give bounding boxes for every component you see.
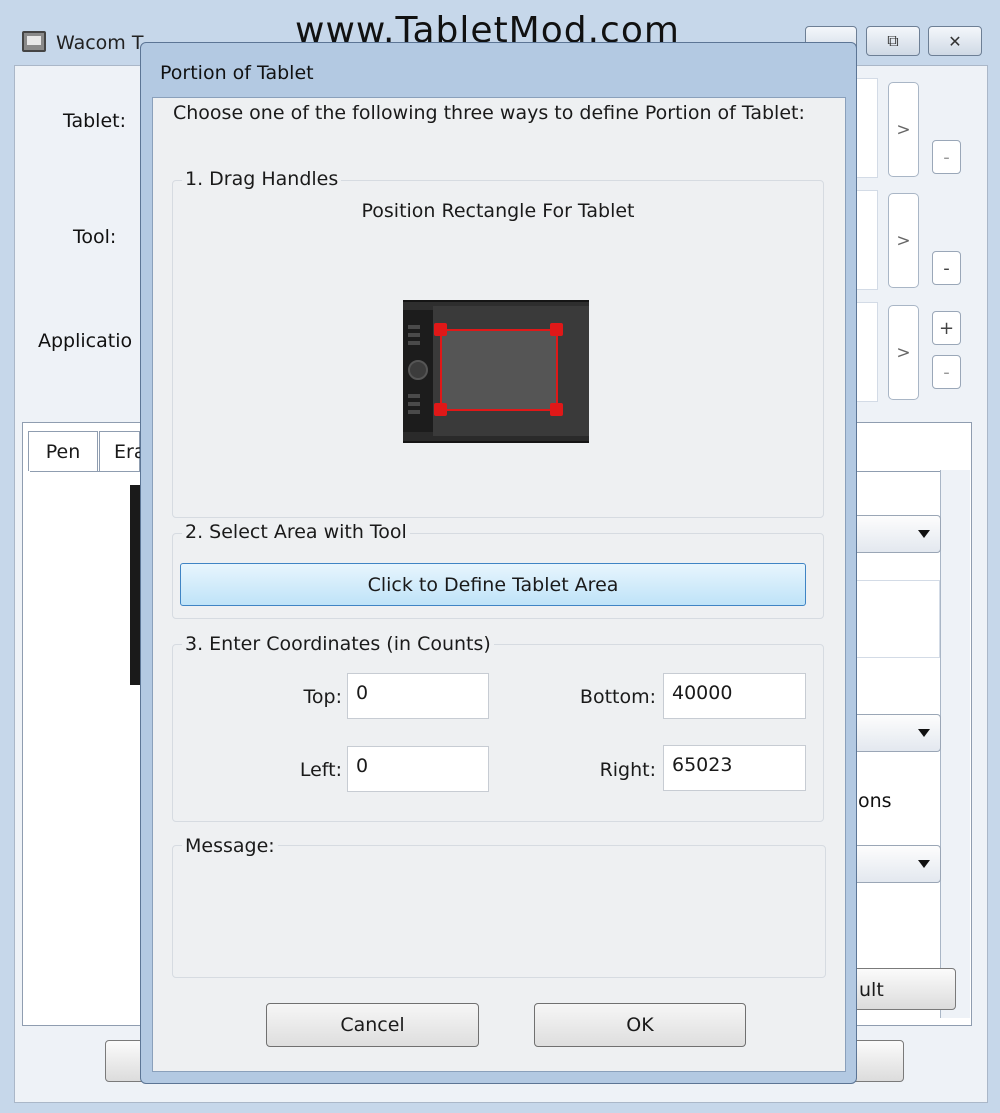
tab-eraser[interactable]: Era [99, 431, 145, 471]
ok-button-label: OK [626, 1014, 654, 1036]
define-tablet-area-button-label: Click to Define Tablet Area [367, 573, 619, 596]
minus-icon: - [943, 361, 950, 383]
options-button[interactable] [850, 1040, 904, 1082]
about-button[interactable] [105, 1040, 145, 1082]
application-label: Applicatio [38, 330, 133, 352]
enter-coordinates-group-label: 3. Enter Coordinates (in Counts) [182, 633, 494, 655]
remove-tablet-button[interactable]: - [932, 140, 961, 174]
top-label: Top: [303, 686, 342, 708]
bottom-label: Bottom: [579, 686, 656, 708]
cancel-button-label: Cancel [340, 1014, 405, 1036]
minus-icon: - [943, 146, 950, 168]
restore-icon: ⧉ [887, 31, 899, 50]
right-input[interactable]: 65023 [663, 745, 806, 791]
tablet-label: Tablet: [63, 110, 126, 132]
position-rectangle-caption: Position Rectangle For Tablet [361, 200, 635, 222]
chevron-down-icon [918, 530, 930, 538]
top-right-drag-handle[interactable] [550, 323, 563, 336]
tab-pen-label: Pen [45, 440, 81, 463]
ok-button[interactable]: OK [534, 1003, 746, 1047]
remove-application-button[interactable]: - [932, 355, 961, 389]
default-button[interactable]: ult [846, 968, 956, 1010]
add-application-button[interactable]: + [932, 311, 961, 345]
background-window-title: Wacom T [56, 32, 144, 54]
minus-icon: - [943, 257, 950, 279]
left-label: Left: [299, 759, 342, 781]
top-left-drag-handle[interactable] [434, 323, 447, 336]
drag-handles-group-label: 1. Drag Handles [182, 168, 342, 190]
app-icon [22, 31, 46, 52]
tablet-image [403, 300, 589, 443]
tab-scroll-strip [940, 470, 970, 1018]
close-window-button[interactable]: ✕ [928, 26, 982, 56]
close-icon: ✕ [948, 31, 962, 51]
right-label: Right: [599, 759, 656, 781]
restore-button[interactable]: ⧉ [866, 26, 920, 56]
bottom-left-drag-handle[interactable] [434, 403, 447, 416]
enter-coordinates-group [172, 644, 824, 822]
left-input[interactable]: 0 [347, 746, 489, 792]
application-scroll-right-button[interactable]: > [888, 305, 919, 400]
tool-label: Tool: [73, 226, 117, 248]
chevron-right-icon: > [896, 342, 911, 363]
chevron-down-icon [918, 729, 930, 737]
tip-feel-dropdown[interactable] [846, 515, 941, 553]
cancel-button[interactable]: Cancel [266, 1003, 479, 1047]
tool-scroll-right-button[interactable]: > [888, 193, 919, 288]
remove-tool-button[interactable]: - [932, 251, 961, 285]
bottom-input[interactable]: 40000 [663, 673, 806, 719]
tab-pen[interactable]: Pen [28, 431, 98, 471]
tablet-scroll-right-button[interactable]: > [888, 82, 919, 177]
select-area-group-label: 2. Select Area with Tool [182, 521, 410, 543]
message-group [172, 845, 826, 978]
default-button-label: ult [859, 979, 884, 1001]
mode-dropdown[interactable] [846, 845, 941, 883]
message-label: Message: [182, 835, 278, 857]
chevron-right-icon: > [896, 119, 911, 140]
top-input[interactable]: 0 [347, 673, 489, 719]
chevron-down-icon [918, 860, 930, 868]
plus-icon: + [938, 317, 955, 339]
options-label-partial: ons [858, 790, 892, 812]
define-tablet-area-button[interactable]: Click to Define Tablet Area [180, 563, 806, 606]
dialog-title: Portion of Tablet [160, 62, 314, 84]
button-function-dropdown[interactable] [846, 714, 941, 752]
settings-preview-panel [846, 580, 940, 658]
chevron-right-icon: > [896, 230, 911, 251]
bottom-right-drag-handle[interactable] [550, 403, 563, 416]
dialog-instruction: Choose one of the following three ways t… [173, 102, 805, 124]
